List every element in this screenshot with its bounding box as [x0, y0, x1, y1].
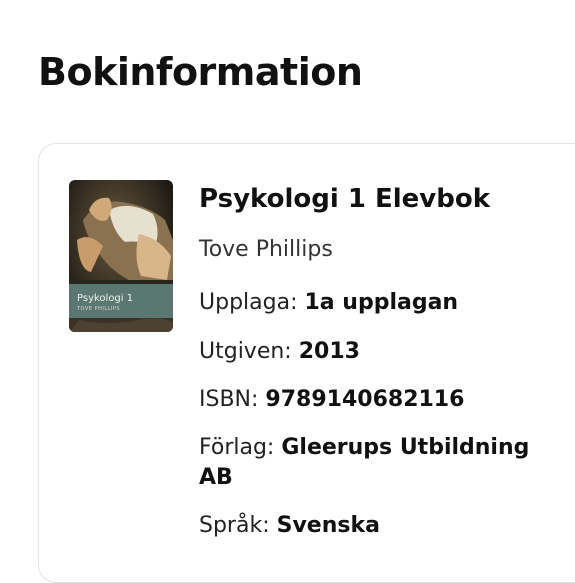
detail-value: Svenska: [276, 513, 380, 538]
book-cover-image[interactable]: Psykologi 1 TOVE PHILLIPS: [69, 180, 173, 332]
book-title: Psykologi 1 Elevbok: [199, 184, 490, 214]
detail-published: Utgiven: 2013: [199, 337, 539, 367]
book-author: Tove Phillips: [199, 237, 333, 262]
detail-label: Språk:: [199, 513, 270, 538]
detail-edition: Upplaga: 1a upplagan: [199, 288, 539, 318]
detail-value: 1a upplagan: [304, 290, 459, 315]
detail-value: 9789140682116: [265, 387, 465, 412]
page-title: Bokinformation: [38, 50, 363, 94]
detail-isbn: ISBN: 9789140682116: [199, 385, 539, 415]
detail-label: Förlag:: [199, 435, 275, 460]
cover-author-text: TOVE PHILLIPS: [77, 306, 121, 312]
detail-value: 2013: [298, 339, 360, 364]
cover-title-text: Psykologi 1: [77, 293, 134, 304]
detail-label: ISBN:: [199, 387, 259, 412]
book-info-card: Psykologi 1 TOVE PHILLIPS Psykologi 1 El…: [38, 143, 575, 583]
detail-language: Språk: Svenska: [199, 511, 539, 541]
detail-label: Utgiven:: [199, 339, 292, 364]
detail-label: Upplaga:: [199, 290, 298, 315]
detail-publisher: Förlag: Gleerups Utbildning AB: [199, 433, 539, 493]
